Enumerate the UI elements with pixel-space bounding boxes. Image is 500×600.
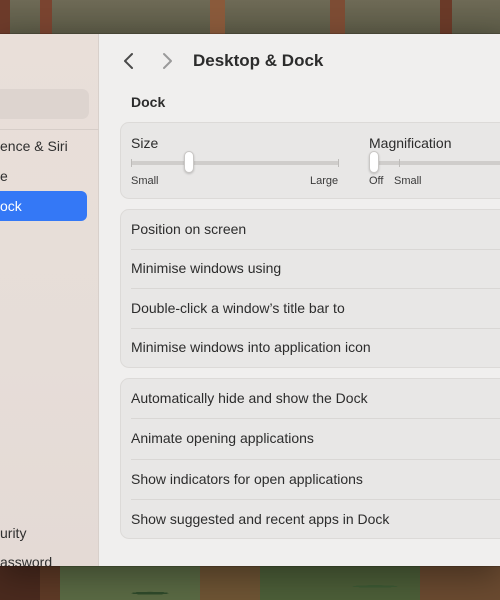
desktop-wallpaper-bottom: [0, 566, 500, 600]
page-title: Desktop & Dock: [193, 51, 324, 70]
sidebar-item-siri[interactable]: ence & Siri: [0, 131, 87, 161]
dock-options-card-1: Position on screen Minimise windows usin…: [120, 209, 500, 368]
magnification-off-label: Off: [369, 175, 384, 187]
slider-tick: [131, 159, 132, 167]
sidebar-item-label: urity: [0, 525, 27, 541]
sidebar-item-label: ence & Siri: [0, 138, 68, 154]
row-minimise-into-app-icon[interactable]: Minimise windows into application icon: [131, 328, 500, 367]
sidebar-item-label: e: [0, 168, 8, 184]
size-min-label: Small: [131, 175, 159, 187]
row-minimise-windows-using[interactable]: Minimise windows using: [131, 249, 500, 288]
magnification-slider-knob[interactable]: [369, 151, 379, 173]
desktop-wallpaper-top: [0, 0, 500, 34]
sidebar-item-privacy-security[interactable]: urity: [0, 518, 87, 548]
dock-sliders-card: Size Small Large Magnification Off Small: [120, 122, 500, 199]
row-animate-opening-apps[interactable]: Animate opening applications: [131, 419, 500, 458]
row-position-on-screen[interactable]: Position on screen: [131, 210, 500, 249]
sidebar-search-field[interactable]: [0, 89, 89, 119]
sidebar-divider: [0, 129, 99, 130]
size-slider-track[interactable]: [131, 159, 339, 167]
forward-button[interactable]: [157, 50, 177, 72]
sidebar-item-label: ock: [0, 198, 22, 214]
sidebar-item-label: assword: [0, 554, 53, 566]
sidebar: ence & Siri e ock urity assword: [0, 34, 99, 566]
slider-tick: [338, 159, 339, 167]
size-label: Size: [131, 135, 159, 151]
magnification-small-label: Small: [394, 175, 422, 187]
settings-window: ence & Siri e ock urity assword Desktop …: [0, 34, 500, 566]
row-double-click-title-bar[interactable]: Double-click a window’s title bar to: [131, 289, 500, 328]
chevron-left-icon: [124, 53, 133, 69]
size-max-label: Large: [310, 175, 339, 187]
row-auto-hide-dock[interactable]: Automatically hide and show the Dock: [131, 379, 500, 418]
dock-options-card-2: Automatically hide and show the Dock Ani…: [120, 378, 500, 539]
sidebar-item-passwords[interactable]: assword: [0, 547, 87, 566]
main-pane: Desktop & Dock Dock Size Small Large Mag…: [99, 34, 500, 566]
magnification-label: Magnification: [369, 135, 452, 151]
sidebar-item-control-centre[interactable]: e: [0, 161, 87, 191]
slider-tick: [399, 159, 400, 167]
section-label-dock: Dock: [131, 94, 166, 110]
row-show-indicators[interactable]: Show indicators for open applications: [131, 460, 500, 499]
magnification-slider-track[interactable]: [369, 159, 500, 167]
sidebar-item-desktop-dock[interactable]: ock: [0, 191, 87, 221]
row-show-suggested-apps[interactable]: Show suggested and recent apps in Dock: [131, 500, 500, 539]
back-button[interactable]: [119, 50, 139, 72]
chevron-right-icon: [163, 53, 172, 69]
size-slider-knob[interactable]: [184, 151, 195, 173]
